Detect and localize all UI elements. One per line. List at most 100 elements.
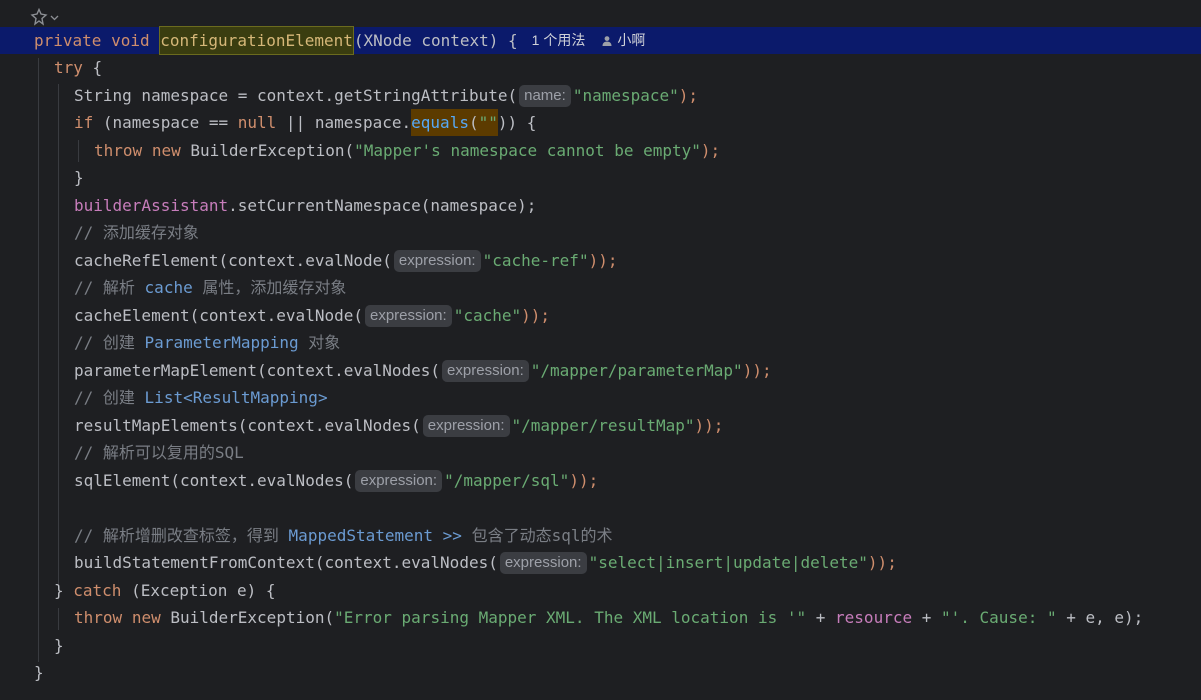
code-text: } [34, 663, 44, 682]
code-text: resultMapElements(context.evalNodes( [74, 416, 421, 435]
keyword: if [74, 113, 94, 132]
code-text: )); [569, 471, 599, 490]
method-name[interactable]: configurationElement [159, 26, 354, 55]
code-text: (Exception e) { [121, 581, 276, 600]
string-literal: "namespace" [572, 86, 679, 105]
code-line[interactable]: resultMapElements(context.evalNodes(expr… [0, 412, 1201, 439]
code-line[interactable]: throw new BuilderException("Error parsin… [0, 604, 1201, 631]
ai-assistant-icon [30, 8, 48, 26]
parameter-hint: expression: [442, 359, 529, 382]
field-reference: builderAssistant [74, 196, 229, 215]
string-literal: "cache-ref" [482, 251, 589, 270]
parameter-hint: name: [519, 84, 571, 107]
code-line[interactable]: throw new BuilderException("Mapper's nam… [0, 137, 1201, 164]
code-text: } [54, 636, 64, 655]
code-comment: // 创建 [74, 333, 145, 352]
code-line[interactable]: if (namespace == null || namespace. equal… [0, 109, 1201, 136]
code-line[interactable]: cacheRefElement(context.evalNode(express… [0, 247, 1201, 274]
code-text: .setCurrentNamespace(namespace); [228, 196, 537, 215]
code-comment: 对象 [298, 333, 341, 352]
comment-code-ref: List<ResultMapping> [144, 388, 328, 407]
keyword: new [151, 141, 181, 160]
code-line[interactable]: private void configurationElement (XNode … [0, 26, 1201, 55]
string-literal: "cache" [453, 306, 522, 325]
string-literal: "/mapper/parameterMap" [530, 361, 743, 380]
code-text: BuilderException( [180, 141, 355, 160]
code-line[interactable]: // 创建 ParameterMapping 对象 [0, 329, 1201, 356]
parameter-hint: expression: [499, 551, 587, 574]
code-text: + e, e); [1056, 608, 1144, 627]
code-line[interactable]: buildStatementFromContext(context.evalNo… [0, 549, 1201, 576]
code-text: ( [468, 109, 479, 136]
code-line[interactable]: } [0, 632, 1201, 659]
code-text: cacheElement(context.evalNode( [74, 306, 363, 325]
code-line[interactable]: // 添加缓存对象 [0, 219, 1201, 246]
code-text: ); [700, 141, 721, 160]
comment-code-ref: MappedStatement >> [288, 526, 462, 545]
keyword: catch [73, 581, 122, 600]
string-literal: "" [478, 109, 498, 136]
code-line[interactable]: parameterMapElement(context.evalNodes(ex… [0, 357, 1201, 384]
code-text: )) { [497, 113, 537, 132]
code-comment: // 解析增删改查标签，得到 [74, 526, 289, 545]
ai-assistant-dropdown[interactable] [30, 6, 59, 28]
code-line[interactable]: // 创建 List<ResultMapping> [0, 384, 1201, 411]
code-line[interactable]: // 解析 cache 属性，添加缓存对象 [0, 274, 1201, 301]
comment-code-ref: cache [144, 278, 193, 297]
code-comment: // 添加缓存对象 [74, 223, 199, 242]
string-literal: "Mapper's namespace cannot be empty" [354, 141, 701, 160]
keyword: new [131, 608, 161, 627]
string-literal: "Error parsing Mapper XML. The XML locat… [334, 608, 807, 627]
code-text: )); [588, 251, 618, 270]
field-reference: resource [835, 608, 913, 627]
author-hint[interactable]: 小啊 [601, 27, 645, 54]
keyword: throw [94, 141, 143, 160]
code-text: } [74, 168, 84, 187]
code-line[interactable]: } [0, 164, 1201, 191]
code-line[interactable]: cacheElement(context.evalNode(expression… [0, 302, 1201, 329]
string-literal: "select|insert|update|delete" [588, 553, 868, 572]
comment-code-ref: ParameterMapping [144, 333, 299, 352]
string-literal: "/mapper/resultMap" [511, 416, 695, 435]
code-comment: // 创建 [74, 388, 145, 407]
code-text: { [82, 58, 103, 77]
code-line[interactable]: } catch (Exception e) { [0, 577, 1201, 604]
code-text: } [54, 581, 74, 600]
code-line[interactable]: } [0, 659, 1201, 686]
person-icon [602, 35, 612, 46]
code-comment: 属性，添加缓存对象 [192, 278, 347, 297]
keyword: void [111, 31, 150, 50]
parameter-hint: expression: [355, 469, 443, 492]
code-line[interactable]: String namespace = context.getStringAttr… [0, 82, 1201, 109]
author-name: 小啊 [617, 32, 646, 48]
code-line[interactable]: // 解析可以复用的SQL [0, 439, 1201, 466]
code-text: + [912, 608, 941, 627]
code-text: )); [742, 361, 772, 380]
code-text: BuilderException( [160, 608, 335, 627]
code-line[interactable]: sqlElement(context.evalNodes(expression:… [0, 467, 1201, 494]
parameter-hint: expression: [364, 304, 452, 327]
code-editor[interactable]: private void configurationElement (XNode … [0, 0, 1201, 700]
chevron-down-icon [50, 15, 59, 20]
code-text: (namespace == [93, 113, 238, 132]
keyword: throw [74, 608, 123, 627]
code-text: || namespace. [276, 113, 412, 132]
code-line[interactable]: // 解析增删改查标签，得到 MappedStatement >> 包含了动态s… [0, 522, 1201, 549]
code-line[interactable]: builderAssistant .setCurrentNamespace(nam… [0, 192, 1201, 219]
code-text: cacheRefElement(context.evalNode( [74, 251, 392, 270]
keyword: null [237, 113, 277, 132]
usage-hint-link[interactable]: 1 个用法 [532, 27, 586, 54]
code-text: parameterMapElement(context.evalNodes( [74, 361, 441, 380]
code-text: String namespace = context.getStringAttr… [74, 86, 518, 105]
string-literal: "'. Cause: " [941, 608, 1057, 627]
code-text: ); [678, 86, 699, 105]
parameter-hint: expression: [393, 249, 481, 272]
code-line[interactable]: try { [0, 54, 1201, 81]
code-comment: 包含了动态sql的术 [461, 526, 613, 545]
string-literal: "/mapper/sql" [444, 471, 570, 490]
parameter-hint: expression: [422, 414, 510, 437]
code-text: sqlElement(context.evalNodes( [74, 471, 354, 490]
code-text: buildStatementFromContext(context.evalNo… [74, 553, 498, 572]
code-text: )); [694, 416, 724, 435]
code-comment: // 解析可以复用的SQL [74, 443, 244, 462]
